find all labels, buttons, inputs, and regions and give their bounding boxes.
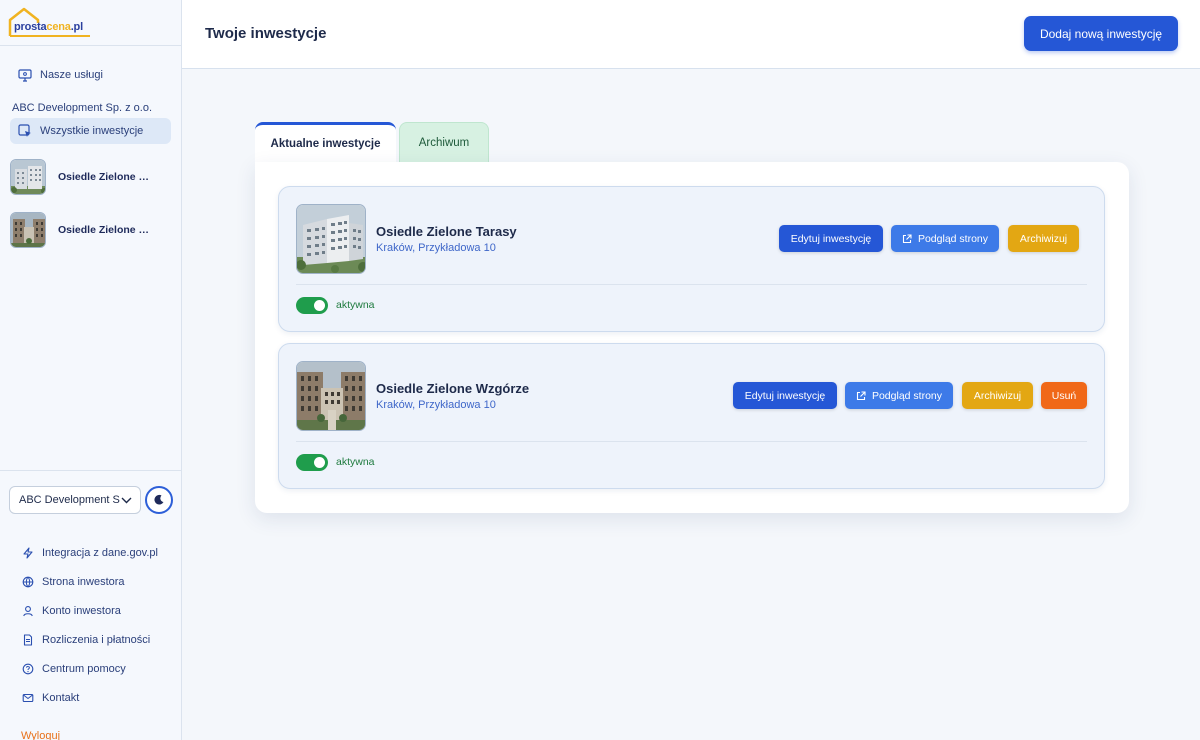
preview-page-button[interactable]: Podgląd strony (845, 382, 953, 409)
external-link-icon (902, 233, 912, 243)
bolt-icon (23, 546, 33, 559)
sidebar-investment-item[interactable]: Osiedle Zielone Wzgórze (0, 210, 181, 250)
nav-integration-label: Integracja z dane.gov.pl (42, 546, 158, 559)
sidebar: prostacena.pl Nasze usługi ABC Developme… (0, 0, 182, 740)
card-divider (296, 284, 1087, 285)
investment-name: Osiedle Zielone Tarasy (376, 224, 517, 239)
cursor-select-icon (18, 124, 31, 137)
chevron-down-icon (121, 497, 132, 503)
investment-address: Kraków, Przykładowa 10 (376, 242, 496, 254)
nav-billing-label: Rozliczenia i płatności (42, 633, 151, 646)
investment-thumbnail (10, 212, 46, 248)
document-icon (23, 633, 33, 646)
investment-name: Osiedle Zielone Wzgórze (376, 381, 530, 396)
nav-services-label: Nasze usługi (40, 69, 103, 81)
add-investment-button[interactable]: Dodaj nową inwestycję (1024, 16, 1178, 51)
nav-investor-site[interactable]: Strona inwestora (0, 567, 181, 596)
mail-icon (22, 693, 34, 702)
investments-panel: Osiedle Zielone Tarasy Kraków, Przykłado… (255, 162, 1129, 513)
sidebar-investment-name: Osiedle Zielone Tarasy (58, 171, 150, 183)
nav-services[interactable]: Nasze usługi (10, 62, 171, 88)
page-header: Twoje inwestycje Dodaj nową inwestycję (182, 0, 1200, 69)
nav-contact[interactable]: Kontakt (0, 683, 181, 712)
sidebar-investment-name: Osiedle Zielone Wzgórze (58, 224, 150, 236)
sidebar-bottom: ABC Development S Integracja z dane.gov.… (0, 470, 181, 740)
investment-card: Osiedle Zielone Wzgórze Kraków, Przykład… (278, 343, 1105, 489)
tab-current-investments[interactable]: Aktualne inwestycje (255, 122, 396, 163)
nav-all-investments[interactable]: Wszystkie inwestycje (10, 118, 171, 144)
theme-toggle-button[interactable] (145, 486, 173, 514)
tab-archive[interactable]: Archiwum (399, 122, 489, 163)
tab-current-investments-label: Aktualne inwestycje (270, 138, 381, 150)
nav-billing[interactable]: Rozliczenia i płatności (0, 625, 181, 654)
external-link-icon (856, 390, 866, 400)
archive-button[interactable]: Archiwizuj (1008, 225, 1079, 252)
user-icon (23, 605, 33, 616)
status-label: aktywna (336, 299, 375, 311)
nav-investor-site-label: Strona inwestora (42, 575, 125, 588)
organization-select[interactable]: ABC Development S (9, 486, 141, 514)
nav-investor-account[interactable]: Konto inwestora (0, 596, 181, 625)
edit-investment-label: Edytuj inwestycję (744, 389, 826, 402)
sidebar-investment-item[interactable]: Osiedle Zielone Tarasy (0, 157, 181, 197)
preview-page-label: Podgląd strony (871, 389, 943, 402)
edit-investment-button[interactable]: Edytuj inwestycję (779, 225, 883, 252)
archive-label: Archiwizuj (1019, 232, 1068, 245)
investment-card: Osiedle Zielone Tarasy Kraków, Przykłado… (278, 186, 1105, 332)
investment-address: Kraków, Przykładowa 10 (376, 399, 496, 411)
archive-label: Archiwizuj (973, 389, 1022, 402)
active-toggle[interactable] (296, 297, 328, 314)
brand-logo[interactable]: prostacena.pl (8, 6, 94, 38)
tab-archive-label: Archiwum (418, 137, 470, 149)
edit-investment-button[interactable]: Edytuj inwestycję (733, 382, 837, 409)
globe-icon (22, 576, 34, 587)
edit-investment-label: Edytuj inwestycję (790, 232, 872, 245)
company-name: ABC Development Sp. z o.o. (12, 102, 153, 114)
delete-button[interactable]: Usuń (1041, 382, 1087, 409)
preview-page-label: Podgląd strony (917, 232, 989, 245)
nav-all-investments-label: Wszystkie inwestycje (40, 125, 144, 137)
logo-text: prostacena.pl (14, 21, 83, 33)
delete-label: Usuń (1051, 389, 1077, 402)
logout-link[interactable]: Wyloguj (0, 730, 181, 740)
status-label: aktywna (336, 456, 375, 468)
card-divider (296, 441, 1087, 442)
investment-thumbnail (10, 159, 46, 195)
nav-help-center-label: Centrum pomocy (42, 662, 126, 675)
preview-page-button[interactable]: Podgląd strony (891, 225, 999, 252)
investment-image (296, 204, 366, 274)
active-toggle[interactable] (296, 454, 328, 471)
moon-icon (154, 494, 164, 505)
archive-button[interactable]: Archiwizuj (962, 382, 1033, 409)
monitor-icon (18, 68, 32, 82)
logo-area: prostacena.pl (0, 0, 181, 46)
nav-help-center[interactable]: Centrum pomocy (0, 654, 181, 683)
help-icon (22, 663, 34, 674)
investment-image (296, 361, 366, 431)
nav-integration[interactable]: Integracja z dane.gov.pl (0, 538, 181, 567)
nav-contact-label: Kontakt (42, 691, 80, 704)
organization-select-value: ABC Development S (19, 494, 120, 506)
page-title: Twoje inwestycje (205, 25, 327, 42)
nav-investor-account-label: Konto inwestora (42, 604, 121, 617)
